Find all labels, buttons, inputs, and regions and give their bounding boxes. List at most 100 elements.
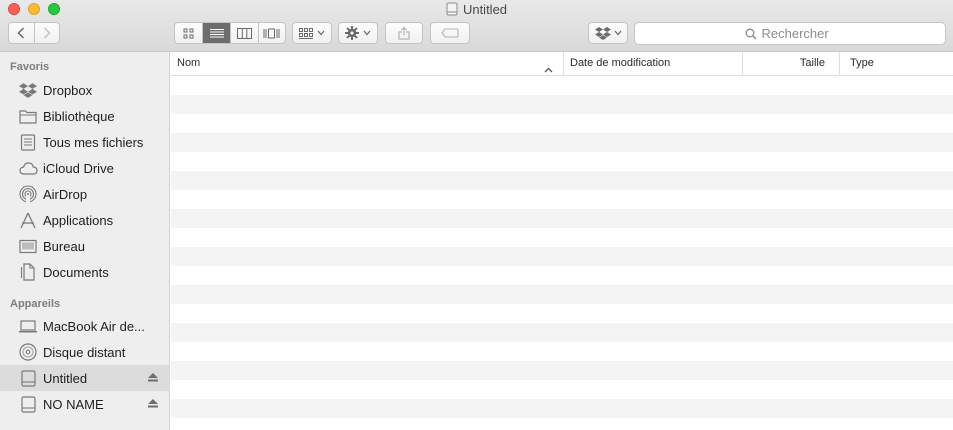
- gear-icon: [345, 26, 359, 40]
- search-field[interactable]: [634, 22, 946, 45]
- sidebar-item-remote-disc[interactable]: Disque distant: [0, 339, 170, 365]
- sidebar-item-documents[interactable]: Documents: [0, 259, 170, 285]
- sidebar-item-untitled[interactable]: Untitled: [0, 365, 170, 391]
- empty-row: [171, 228, 953, 247]
- empty-row: [171, 114, 953, 133]
- column-header-size[interactable]: Taille: [742, 52, 839, 75]
- sidebar-item-label: iCloud Drive: [43, 160, 114, 176]
- sidebar-item-label: Disque distant: [43, 344, 126, 360]
- dropbox-icon: [18, 80, 38, 100]
- tags-button[interactable]: [430, 22, 470, 44]
- sidebar-item-applications[interactable]: Applications: [0, 207, 170, 233]
- chevron-left-icon: [17, 27, 25, 39]
- airdrop-icon: [18, 184, 38, 204]
- documents-icon: [18, 262, 38, 282]
- empty-row: [171, 190, 953, 209]
- share-icon: [398, 26, 410, 40]
- column-header-label: Type: [850, 57, 874, 69]
- column-header-label: Taille: [799, 57, 825, 69]
- list-rows: [171, 76, 953, 430]
- view-mode-selector: [174, 22, 286, 44]
- cover-flow-button[interactable]: [259, 23, 285, 43]
- applications-icon: [18, 210, 38, 230]
- column-header-label: Nom: [177, 57, 201, 69]
- empty-row: [171, 76, 953, 95]
- tag-icon: [441, 28, 459, 38]
- drive-icon: [18, 368, 38, 388]
- empty-row: [171, 342, 953, 361]
- sidebar-item-macbook[interactable]: MacBook Air de...: [0, 313, 170, 339]
- dropbox-icon: [594, 27, 611, 40]
- sidebar-item-label: MacBook Air de...: [43, 318, 145, 334]
- list-header: Nom Date de modification Taille Type: [171, 52, 953, 76]
- back-button[interactable]: [9, 23, 35, 43]
- window-title: Untitled: [0, 2, 953, 19]
- empty-row: [171, 399, 953, 418]
- sidebar-section-devices: Appareils: [10, 298, 61, 310]
- window-title-text: Untitled: [462, 2, 508, 17]
- empty-row: [171, 133, 953, 152]
- eject-icon[interactable]: [148, 371, 158, 383]
- sidebar-item-label: NO NAME: [43, 396, 104, 412]
- file-list: Nom Date de modification Taille Type: [171, 52, 953, 430]
- empty-row: [171, 323, 953, 342]
- column-view-button[interactable]: [231, 23, 259, 43]
- cover-flow-icon: [263, 28, 280, 38]
- empty-row: [171, 171, 953, 190]
- arrange-button[interactable]: [292, 22, 332, 44]
- chevron-right-icon: [43, 27, 51, 39]
- empty-row: [171, 361, 953, 380]
- column-header-name[interactable]: Nom: [171, 52, 563, 75]
- empty-row: [171, 285, 953, 304]
- action-button[interactable]: [338, 22, 378, 44]
- sidebar-item-label: Documents: [43, 264, 109, 280]
- sidebar-item-airdrop[interactable]: AirDrop: [0, 181, 170, 207]
- share-button[interactable]: [385, 22, 423, 44]
- drive-icon: [18, 394, 38, 414]
- sidebar-item-bibliotheque[interactable]: Bibliothèque: [0, 103, 170, 129]
- finder-window: Untitled Rechercher Favoris Dropbox Bibl…: [0, 0, 953, 430]
- icon-view-button[interactable]: [175, 23, 204, 43]
- sidebar-item-label: Applications: [43, 212, 114, 228]
- chevron-down-icon: [614, 30, 621, 36]
- sidebar-section-favorites: Favoris: [10, 61, 50, 73]
- empty-row: [171, 418, 953, 430]
- chevron-down-icon: [317, 30, 325, 36]
- sidebar-item-icloud-drive[interactable]: iCloud Drive: [0, 155, 170, 181]
- toolbar: Untitled: [0, 0, 953, 52]
- folder-icon: [18, 106, 38, 126]
- sidebar-item-label: Tous mes fichiers: [43, 134, 144, 150]
- empty-row: [171, 152, 953, 171]
- sidebar-item-label: Bibliothèque: [43, 108, 115, 124]
- empty-row: [171, 380, 953, 399]
- empty-row: [171, 304, 953, 323]
- sidebar-item-label: AirDrop: [43, 186, 88, 202]
- search-input[interactable]: [761, 26, 836, 41]
- grid-icon: [183, 28, 194, 38]
- sidebar-item-label: Bureau: [43, 238, 85, 254]
- cloud-icon: [18, 158, 38, 178]
- forward-button[interactable]: [35, 23, 59, 43]
- laptop-icon: [18, 316, 38, 336]
- dropbox-button[interactable]: [588, 22, 628, 44]
- eject-icon[interactable]: [148, 397, 158, 409]
- column-header-date[interactable]: Date de modification: [563, 52, 742, 75]
- sidebar: Favoris Dropbox Bibliothèque Tous mes fi…: [0, 52, 170, 430]
- chevron-down-icon: [363, 30, 371, 36]
- column-header-type[interactable]: Type: [839, 52, 953, 75]
- sidebar-item-label: Untitled: [43, 370, 88, 386]
- arrange-grid-icon: [299, 27, 313, 39]
- sidebar-item-bureau[interactable]: Bureau: [0, 233, 170, 259]
- sidebar-item-no-name[interactable]: NO NAME: [0, 391, 170, 417]
- desktop-icon: [18, 236, 38, 256]
- sidebar-item-label: Dropbox: [43, 82, 93, 98]
- drive-icon: [446, 2, 458, 19]
- sidebar-item-all-files[interactable]: Tous mes fichiers: [0, 129, 170, 155]
- empty-row: [171, 266, 953, 285]
- columns-icon: [237, 27, 253, 39]
- navigation-buttons: [8, 22, 60, 44]
- empty-row: [171, 247, 953, 266]
- search-icon: [745, 28, 757, 40]
- sidebar-item-dropbox[interactable]: Dropbox: [0, 77, 170, 103]
- list-view-button[interactable]: [203, 23, 232, 43]
